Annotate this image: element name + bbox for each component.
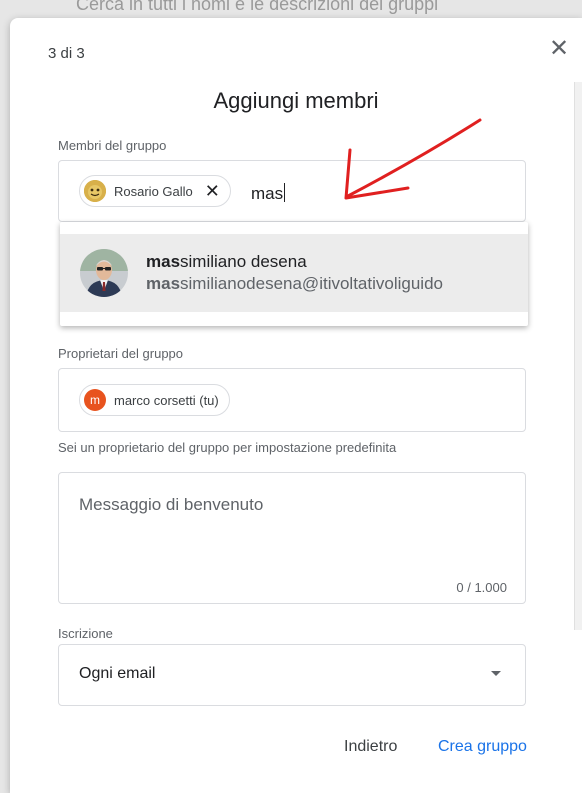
owners-hint: Sei un proprietario del gruppo per impos… bbox=[58, 440, 397, 455]
member-avatar-image bbox=[84, 180, 106, 202]
welcome-message-field[interactable]: Messaggio di benvenuto 0 / 1.000 bbox=[58, 472, 526, 604]
owners-label: Proprietari del gruppo bbox=[58, 346, 184, 361]
members-query: mas bbox=[251, 184, 284, 203]
scrollbar[interactable] bbox=[574, 82, 582, 630]
welcome-message-placeholder: Messaggio di benvenuto bbox=[79, 495, 264, 514]
text-cursor bbox=[284, 183, 286, 202]
members-input[interactable]: Rosario Gallo ✕ mas bbox=[58, 160, 526, 222]
subscription-label: Iscrizione bbox=[58, 626, 113, 641]
background-search-hint: Cerca in tutti i nomi e le descrizioni d… bbox=[76, 0, 439, 14]
subscription-select[interactable]: Ogni email bbox=[58, 644, 526, 706]
members-typed-text[interactable]: mas bbox=[251, 183, 286, 204]
suggestion-name-rest: similiano desena bbox=[180, 252, 307, 271]
suggestion-name: massimiliano desena bbox=[146, 252, 443, 272]
member-chip-label: Rosario Gallo bbox=[114, 183, 193, 199]
dropdown-arrow-icon bbox=[491, 671, 501, 676]
suggestion-name-match: mas bbox=[146, 252, 181, 271]
character-counter: 0 / 1.000 bbox=[456, 580, 507, 595]
suggestion-email-match: mas bbox=[146, 274, 181, 293]
suggestion-avatar-photo bbox=[80, 249, 128, 297]
suggestion-text: massimiliano desena massimilianodesena@i… bbox=[146, 252, 443, 294]
suggestion-email: massimilianodesena@itivoltativoliguido bbox=[146, 274, 443, 294]
member-avatar bbox=[84, 180, 106, 202]
owner-avatar: m bbox=[84, 389, 106, 411]
suggestion-item[interactable]: massimiliano desena massimilianodesena@i… bbox=[60, 234, 528, 312]
owner-chip-label: marco corsetti (tu) bbox=[114, 392, 219, 408]
back-button[interactable]: Indietro bbox=[344, 738, 397, 756]
owners-field[interactable]: m marco corsetti (tu) bbox=[58, 368, 526, 432]
remove-member-icon[interactable]: ✕ bbox=[205, 182, 220, 200]
close-icon[interactable]: ✕ bbox=[546, 36, 572, 62]
subscription-value: Ogni email bbox=[79, 665, 156, 682]
owner-chip: m marco corsetti (tu) bbox=[79, 384, 230, 416]
member-chip: Rosario Gallo ✕ bbox=[79, 175, 231, 207]
create-group-dialog: 3 di 3 ✕ Aggiungi membri Membri del grup… bbox=[10, 18, 582, 793]
create-group-button[interactable]: Crea gruppo bbox=[438, 738, 527, 756]
step-indicator: 3 di 3 bbox=[48, 45, 85, 62]
suggestion-avatar bbox=[80, 249, 128, 297]
suggestion-email-rest: similianodesena@itivoltativoliguido bbox=[180, 274, 443, 293]
member-suggestions: massimiliano desena massimilianodesena@i… bbox=[60, 222, 528, 326]
dialog-title: Aggiungi membri bbox=[213, 88, 379, 113]
members-label: Membri del gruppo bbox=[58, 138, 167, 153]
